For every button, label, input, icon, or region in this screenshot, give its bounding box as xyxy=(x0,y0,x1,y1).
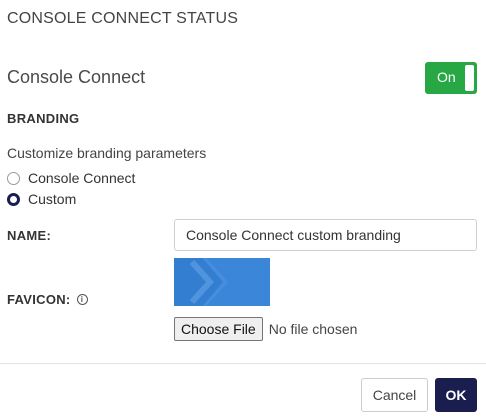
radio-option-custom[interactable]: Custom xyxy=(7,191,76,207)
cancel-button[interactable]: Cancel xyxy=(361,378,428,412)
radio-option-console-connect[interactable]: Console Connect xyxy=(7,170,135,186)
radio-label-custom: Custom xyxy=(28,191,77,207)
name-input[interactable] xyxy=(174,219,477,251)
choose-file-button[interactable]: Choose File xyxy=(174,317,263,341)
file-status-text: No file chosen xyxy=(268,321,358,337)
branding-heading: BRANDING xyxy=(7,111,80,126)
favicon-label: FAVICON: xyxy=(7,292,71,307)
ok-button[interactable]: OK xyxy=(435,378,477,412)
toggle-state-label: On xyxy=(437,69,456,85)
name-label: NAME: xyxy=(7,228,52,243)
favicon-label-row: FAVICON: i xyxy=(7,292,88,307)
console-connect-toggle[interactable]: On xyxy=(425,62,477,94)
footer-divider xyxy=(0,363,486,364)
favicon-graphic xyxy=(174,258,270,306)
toggle-knob xyxy=(465,65,474,91)
page-title: CONSOLE CONNECT STATUS xyxy=(7,10,239,27)
radio-button-console-connect[interactable] xyxy=(7,171,20,185)
radio-label-console-connect: Console Connect xyxy=(28,170,136,186)
favicon-preview-image xyxy=(174,258,270,306)
console-connect-label: Console Connect xyxy=(7,67,146,87)
branding-description: Customize branding parameters xyxy=(7,145,207,161)
info-icon[interactable]: i xyxy=(76,294,88,305)
file-upload-row: Choose File No file chosen xyxy=(174,317,357,341)
radio-button-custom[interactable] xyxy=(7,192,20,206)
